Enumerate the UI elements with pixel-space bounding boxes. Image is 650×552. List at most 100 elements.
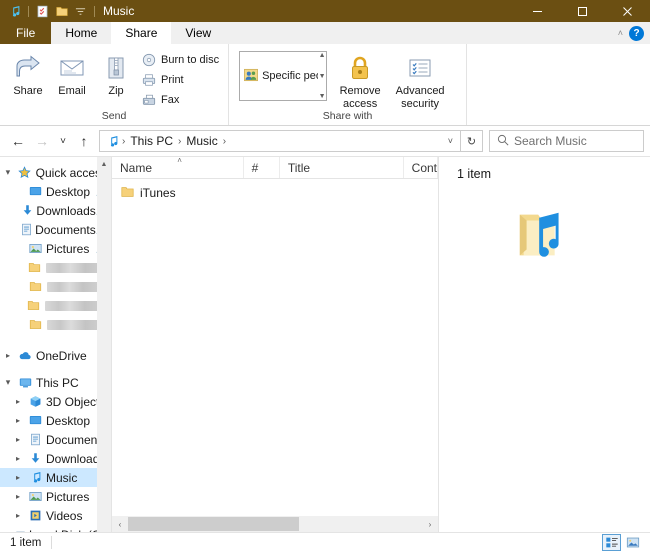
breadcrumb-separator-1[interactable]: › [176,136,183,147]
sidebar-item-this-pc[interactable]: ▾ This PC [0,373,111,392]
scroll-up-icon[interactable]: ▲ [97,157,111,171]
new-folder-icon[interactable] [53,3,70,20]
remove-access-button[interactable]: Remove access [333,49,387,110]
ribbon-group-spacer [466,44,650,125]
close-button[interactable] [605,0,650,22]
search-input[interactable]: Search Music [514,134,587,148]
sidebar-item-downloads-pc[interactable]: ▸ Downloads [0,449,111,468]
print-button[interactable]: Print [138,71,222,89]
back-button[interactable]: ← [6,129,30,153]
chevron-right-icon[interactable]: ▸ [10,492,26,501]
burn-to-disc-button[interactable]: Burn to disc [138,51,222,69]
sidebar-item-videos[interactable]: ▸ Videos [0,506,111,525]
maximize-button[interactable] [560,0,605,22]
scroll-thumb[interactable] [128,517,299,531]
scroll-up-icon[interactable]: ▲ [319,52,326,59]
chevron-right-icon[interactable]: ▸ [10,416,26,425]
sidebar-item-desktop-pc[interactable]: ▸ Desktop [0,411,111,430]
chevron-right-icon[interactable]: ▸ [0,351,16,360]
minimize-button[interactable] [515,0,560,22]
zip-button[interactable]: Zip [94,49,138,97]
documents-icon [20,223,33,236]
table-row[interactable]: iTunes [112,183,438,203]
email-button[interactable]: Email [50,49,94,97]
forward-button[interactable]: → [30,129,54,153]
breadcrumb-separator-2[interactable]: › [221,136,228,147]
column-header-number[interactable]: # [244,157,280,178]
sidebar-item-pictures[interactable]: Pictures 📌 [0,239,111,258]
breadcrumb-music[interactable]: Music [183,134,220,148]
sidebar-item-desktop[interactable]: Desktop 📌 [0,182,111,201]
collapse-ribbon-icon[interactable]: ˄ [618,28,623,38]
chevron-down-icon[interactable]: ▾ [0,167,16,178]
up-button[interactable]: ↑ [72,129,96,153]
properties-icon[interactable] [34,3,51,20]
chevron-right-icon[interactable]: ▸ [10,473,26,482]
breadcrumb-this-pc[interactable]: This PC [127,134,176,148]
chevron-right-icon[interactable]: ▸ [10,397,26,406]
breadcrumb[interactable]: › This PC › Music › ˅ [99,130,461,152]
share-with-listbox[interactable]: Specific people... ▲ ▼ ▼ [239,51,328,101]
fax-button[interactable]: Fax [138,91,222,109]
scroll-down-icon[interactable]: ▼ [319,73,326,80]
folder-icon [26,280,44,293]
column-header-contributing-artists[interactable]: Cont [404,157,439,178]
share-with-selected-item[interactable]: Specific people... [240,68,318,85]
sidebar-item-3d-objects[interactable]: ▸ 3D Objects [0,392,111,411]
sidebar-item-onedrive[interactable]: ▸ OneDrive [0,346,111,365]
breadcrumb-dropdown-icon[interactable]: ˅ [443,136,458,146]
tab-file[interactable]: File [0,22,52,44]
sidebar-item-onedrive-label: OneDrive [36,348,87,363]
chevron-right-icon[interactable]: ▸ [10,511,26,520]
sidebar-item-downloads[interactable]: Downloads 📌 [0,201,111,220]
chevron-down-icon[interactable]: ▾ [0,377,16,388]
music-folder-icon [514,203,576,268]
search-box[interactable]: Search Music [489,130,644,152]
column-header-title-label: Title [287,160,311,175]
sidebar-item-local-disk-c[interactable]: ▸ Local Disk (C:) [0,525,111,532]
details-view-icon[interactable] [602,534,621,551]
advanced-security-button[interactable]: Advanced security [393,49,447,110]
file-list-horizontal-scrollbar[interactable]: ‹ › [112,516,438,532]
column-header-name[interactable]: ˄ Name [112,156,244,178]
tab-share[interactable]: Share [111,22,172,44]
chevron-right-icon[interactable]: ▸ [10,435,26,444]
refresh-button[interactable]: ↻ [461,130,483,152]
help-button[interactable]: ? [629,25,644,41]
sidebar-item-documents-pc[interactable]: ▸ Documents [0,430,111,449]
scroll-track[interactable] [128,516,422,532]
customize-dropdown-icon[interactable] [72,3,89,20]
sidebar-item-music-label: Music [46,470,78,485]
sidebar-item-pictures-pc[interactable]: ▸ Pictures [0,487,111,506]
ribbon-group-share-with: Specific people... ▲ ▼ ▼ [228,44,466,125]
3d-objects-icon [26,395,44,408]
navigation-pane-scrollbar[interactable]: ▲ [97,157,111,532]
nav-quick-access[interactable]: ▾ Quick access [0,163,111,182]
large-icons-view-icon[interactable] [623,534,642,551]
preview-pane: 1 item [439,157,650,532]
sidebar-item-redacted-2[interactable] [0,277,111,296]
title-divider [94,5,95,17]
folder-icon [25,299,42,312]
recent-locations-button[interactable]: ˅ [54,129,72,153]
sidebar-item-redacted-4[interactable] [0,315,111,334]
scroll-more-icon[interactable]: ▼ [319,93,326,100]
sidebar-item-music[interactable]: ▸ Music [0,468,111,487]
scroll-right-icon[interactable]: › [422,520,438,529]
scroll-left-icon[interactable]: ‹ [112,520,128,529]
title-bar: Music [0,0,650,22]
column-headers: ˄ Name # Title Cont [112,156,439,179]
pictures-icon [26,242,44,255]
share-with-value: Specific people... [262,70,318,82]
ribbon-group-send: Share Email Zip Burn to disc Print Fax S… [0,44,228,125]
fax-icon [141,92,157,108]
share-with-scrollbar[interactable]: ▲ ▼ ▼ [318,51,326,101]
tab-home[interactable]: Home [51,22,112,44]
chevron-right-icon[interactable]: ▸ [10,454,26,463]
sidebar-item-documents[interactable]: Documents 📌 [0,220,111,239]
tab-view[interactable]: View [171,22,226,44]
share-button[interactable]: Share [6,49,50,97]
column-header-title[interactable]: Title [280,157,404,178]
sidebar-item-redacted-3[interactable] [0,296,111,315]
sidebar-item-redacted-1[interactable] [0,258,111,277]
